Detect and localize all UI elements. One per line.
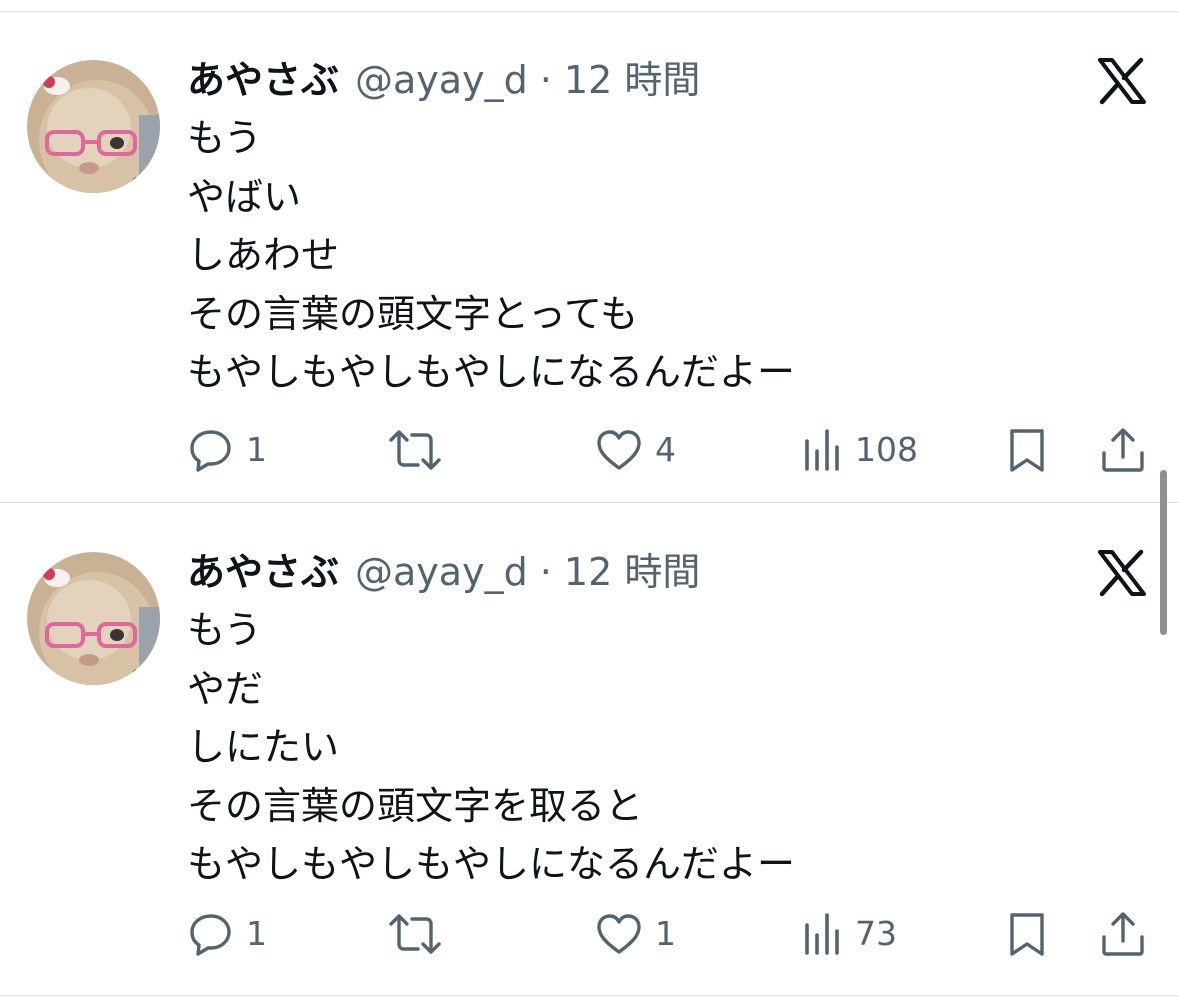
x-logo-icon <box>1097 548 1147 598</box>
tweet-text: もう やだ しにたい その言葉の頭文字を取ると もやしもやしもやしになるんだよー <box>187 601 1087 894</box>
tweet-text-line: しあわせ <box>187 233 340 277</box>
views-count: 73 <box>855 914 897 953</box>
tweet[interactable]: あやさぶ @ayay_d · 12 時間 もう やばい しあわせ その言葉の頭文字… <box>0 12 1179 502</box>
tweet-divider <box>0 502 1179 503</box>
tweet-text-line: やだ <box>187 666 264 711</box>
display-name[interactable]: あやさぶ <box>187 550 339 594</box>
tweet[interactable]: あやさぶ @ayay_d · 12 時間 もう やだ しにたい その言葉の頭文字を… <box>0 504 1179 994</box>
bookmark-button[interactable] <box>1006 910 1048 958</box>
share-icon <box>1100 427 1146 473</box>
tweet-text-line: もやしもやしもやしになるんだよー <box>187 842 796 886</box>
tweet-text: もう やばい しあわせ その言葉の頭文字とっても もやしもやしもやしになるんだよ… <box>187 109 1087 402</box>
retweet-button[interactable] <box>387 426 443 474</box>
views-count: 108 <box>855 430 918 469</box>
tweet-text-line: やばい <box>187 174 302 219</box>
reply-count: 1 <box>246 914 267 953</box>
views-icon <box>803 911 843 957</box>
reply-icon <box>188 911 234 957</box>
like-button[interactable]: 4 <box>595 426 676 474</box>
share-button[interactable] <box>1100 426 1146 474</box>
tweet-text-line: もやしもやしもやしになるんだよー <box>187 350 796 394</box>
retweet-icon <box>387 911 443 957</box>
reply-count: 1 <box>246 430 267 469</box>
share-button[interactable] <box>1100 910 1146 958</box>
handle-time[interactable]: @ayay_d · 12 時間 <box>355 550 700 594</box>
retweet-icon <box>387 427 443 473</box>
tweet-text-line: もう <box>187 116 262 160</box>
heart-icon <box>595 911 643 957</box>
bookmark-icon <box>1006 427 1048 473</box>
heart-icon <box>595 427 643 473</box>
bookmark-button[interactable] <box>1006 426 1048 474</box>
avatar[interactable] <box>27 60 160 193</box>
tweet-text-line: その言葉の頭文字とっても <box>187 291 639 336</box>
share-icon <box>1100 911 1146 957</box>
handle-time[interactable]: @ayay_d · 12 時間 <box>355 58 700 102</box>
tweet-text-line: しにたい <box>187 725 340 769</box>
tweet-text-line: もう <box>187 608 262 652</box>
reply-icon <box>188 427 234 473</box>
tweet-header: あやさぶ @ayay_d · 12 時間 <box>187 542 700 602</box>
x-logo-icon <box>1097 56 1147 106</box>
bottom-divider <box>0 995 1179 996</box>
like-button[interactable]: 1 <box>595 910 676 958</box>
reply-button[interactable]: 1 <box>188 426 267 474</box>
views-button[interactable]: 108 <box>803 426 918 474</box>
tweet-text-line: その言葉の頭文字を取ると <box>187 783 644 828</box>
avatar[interactable] <box>27 552 160 685</box>
tweet-header: あやさぶ @ayay_d · 12 時間 <box>187 50 700 110</box>
bookmark-icon <box>1006 911 1048 957</box>
display-name[interactable]: あやさぶ <box>187 58 339 102</box>
reply-button[interactable]: 1 <box>188 910 267 958</box>
views-icon <box>803 427 843 473</box>
retweet-button[interactable] <box>387 910 443 958</box>
like-count: 1 <box>655 914 676 953</box>
views-button[interactable]: 73 <box>803 910 897 958</box>
like-count: 4 <box>655 430 676 469</box>
scrollbar[interactable] <box>1160 470 1167 635</box>
